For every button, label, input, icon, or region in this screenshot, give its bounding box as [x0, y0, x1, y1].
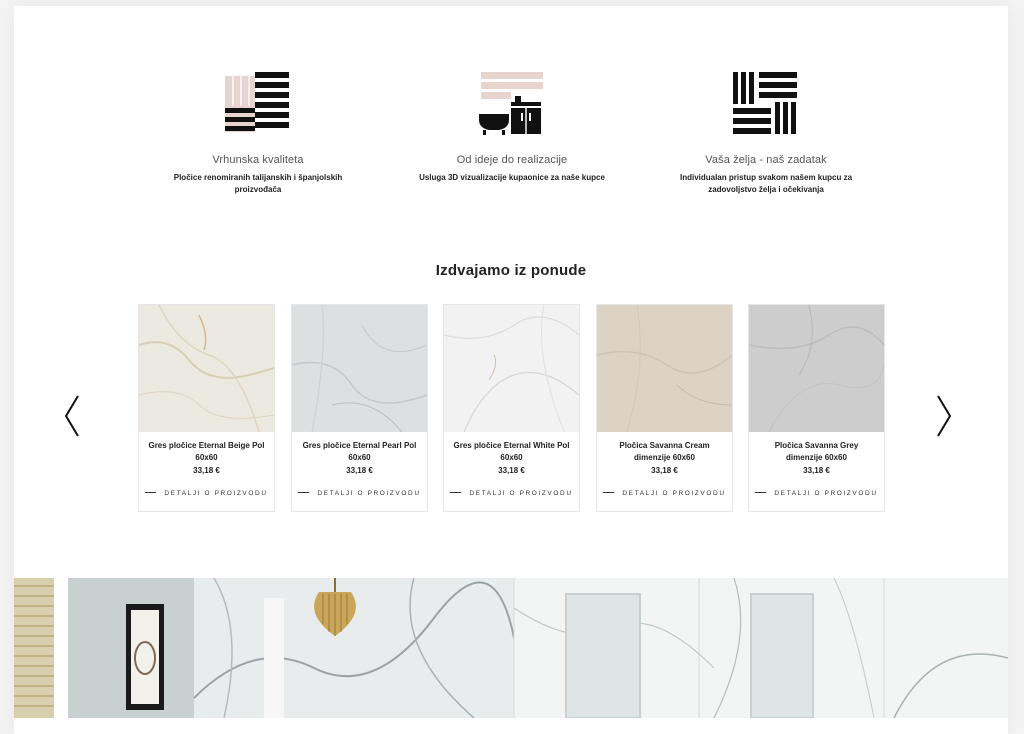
product-details-link[interactable]: DETALJI O PROIZVODU — [597, 490, 732, 497]
feature-description: Pločice renomiranih talijanskih i španjo… — [173, 173, 343, 194]
dash-line — [145, 492, 157, 494]
dash-line — [755, 492, 767, 494]
product-details-link[interactable]: DETALJI O PROIZVODU — [139, 490, 274, 497]
product-card[interactable]: Gres pločice Eternal White Pol 60x60 33,… — [443, 304, 580, 512]
dash-line — [603, 492, 615, 494]
chevron-left-icon[interactable] — [62, 394, 82, 438]
product-card[interactable]: Pločica Savanna Cream dimenzije 60x60 33… — [596, 304, 733, 512]
feature-title: Vrhunska kvaliteta — [212, 154, 304, 166]
product-price: 33,18 € — [346, 466, 373, 475]
parquet-pattern-icon — [733, 72, 797, 134]
details-label[interactable]: DETALJI O PROIZVODU — [622, 490, 725, 497]
product-image[interactable] — [444, 305, 579, 432]
product-image[interactable] — [139, 305, 274, 432]
product-name[interactable]: Gres pločice Eternal Beige Pol 60x60 — [147, 440, 266, 464]
product-name[interactable]: Gres pločice Eternal White Pol 60x60 — [452, 440, 571, 464]
feature-description: Usluga 3D vizualizacije kupaonice za naš… — [419, 173, 605, 182]
page: Vrhunska kvaliteta Pločice renomiranih t… — [14, 6, 1008, 734]
feature-design: Od ideje do realizacije Usluga 3D vizual… — [402, 68, 622, 184]
feature-description: Individualan pristup svakom našem kupcu … — [679, 173, 853, 194]
dash-line — [450, 492, 462, 494]
product-price: 33,18 € — [651, 466, 678, 475]
product-details-link[interactable]: DETALJI O PROIZVODU — [749, 490, 884, 497]
details-label[interactable]: DETALJI O PROIZVODU — [774, 490, 877, 497]
product-price: 33,18 € — [498, 466, 525, 475]
chevron-right-icon[interactable] — [934, 394, 954, 438]
product-image[interactable] — [749, 305, 884, 432]
product-card[interactable]: Gres pločice Eternal Pearl Pol 60x60 33,… — [291, 304, 428, 512]
product-name[interactable]: Pločica Savanna Grey dimenzije 60x60 — [757, 440, 876, 464]
product-details-link[interactable]: DETALJI O PROIZVODU — [444, 490, 579, 497]
feature-individual: Vaša želja - naš zadatak Individualan pr… — [656, 68, 876, 196]
details-label[interactable]: DETALJI O PROIZVODU — [164, 490, 267, 497]
product-price: 33,18 € — [803, 466, 830, 475]
feature-title: Vaša želja - naš zadatak — [705, 154, 827, 166]
product-details-link[interactable]: DETALJI O PROIZVODU — [292, 490, 427, 497]
bathroom-banner-image — [14, 578, 1008, 718]
tiles-stack-icon — [225, 72, 289, 132]
product-image[interactable] — [292, 305, 427, 432]
product-name[interactable]: Gres pločice Eternal Pearl Pol 60x60 — [300, 440, 419, 464]
product-card[interactable]: Gres pločice Eternal Beige Pol 60x60 33,… — [138, 304, 275, 512]
details-label[interactable]: DETALJI O PROIZVODU — [317, 490, 420, 497]
bathroom-vanity-icon — [479, 72, 543, 135]
product-card[interactable]: Pločica Savanna Grey dimenzije 60x60 33,… — [748, 304, 885, 512]
product-image[interactable] — [597, 305, 732, 432]
product-price: 33,18 € — [193, 466, 220, 475]
dash-line — [298, 492, 310, 494]
details-label[interactable]: DETALJI O PROIZVODU — [469, 490, 572, 497]
product-name[interactable]: Pločica Savanna Cream dimenzije 60x60 — [605, 440, 724, 464]
feature-title: Od ideje do realizacije — [456, 154, 568, 166]
section-title: Izdvajamo iz ponude — [435, 262, 587, 279]
feature-quality: Vrhunska kvaliteta Pločice renomiranih t… — [148, 68, 368, 196]
